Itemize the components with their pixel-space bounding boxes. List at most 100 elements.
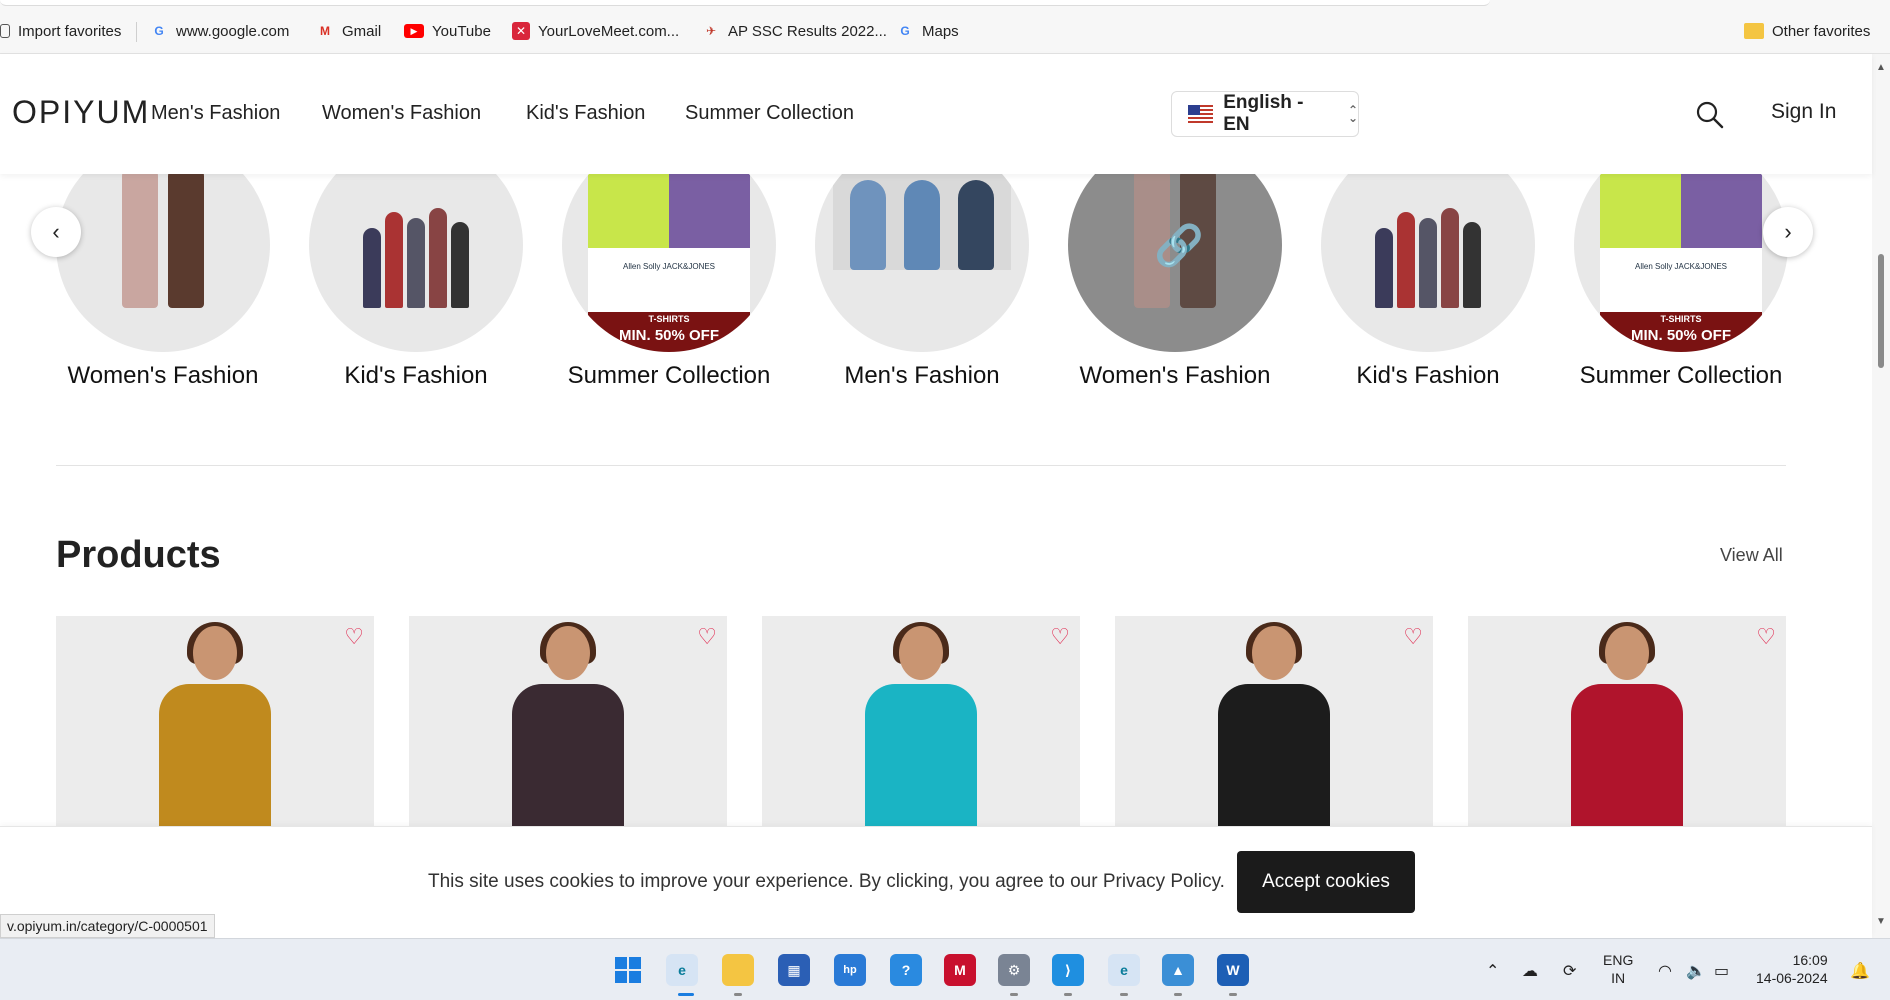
product-card[interactable]: ♡ — [762, 616, 1080, 831]
app-indicator — [1010, 993, 1018, 996]
products-heading: Products — [56, 534, 221, 576]
carousel-next-button[interactable]: › — [1763, 207, 1813, 257]
onedrive-icon[interactable]: ☁ — [1522, 961, 1538, 981]
language-indicator[interactable]: ENG IN — [1603, 951, 1633, 987]
favorite-youtube[interactable]: ▶ YouTube — [404, 20, 491, 42]
sync-icon[interactable]: ⟳ — [1563, 961, 1576, 981]
help-icon[interactable]: ? — [890, 954, 922, 986]
carousel-prev-button[interactable]: ‹ — [31, 207, 81, 257]
scroll-up-icon[interactable]: ▲ — [1876, 62, 1886, 73]
wishlist-heart-icon[interactable]: ♡ — [697, 624, 717, 650]
favorites-separator — [136, 22, 137, 42]
product-card[interactable]: ♡ — [1468, 616, 1786, 831]
cookie-message: This site uses cookies to improve your e… — [428, 871, 1225, 892]
site-logo[interactable]: OPIYUM — [12, 94, 150, 131]
wishlist-heart-icon[interactable]: ♡ — [344, 624, 364, 650]
folder-icon — [1744, 23, 1764, 39]
app-indicator — [1174, 993, 1182, 996]
wifi-icon[interactable]: ◠ — [1658, 961, 1672, 981]
gmail-icon: M — [320, 24, 330, 38]
app-indicator — [1120, 993, 1128, 996]
file-explorer-icon[interactable] — [722, 954, 754, 986]
wishlist-heart-icon[interactable]: ♡ — [1756, 624, 1776, 650]
link-icon: 🔗 — [1154, 224, 1204, 268]
wishlist-heart-icon[interactable]: ♡ — [1403, 624, 1423, 650]
chevron-left-icon: ‹ — [52, 219, 60, 244]
product-card[interactable]: ♡ — [56, 616, 374, 831]
microsoft-store-icon[interactable]: ▦ — [778, 954, 810, 986]
accept-cookies-button[interactable]: Accept cookies — [1237, 851, 1415, 913]
favorite-ap-ssc[interactable]: ✈ AP SSC Results 2022... — [702, 20, 887, 42]
category-label: Women's Fashion — [1079, 362, 1271, 389]
site-header: OPIYUM Men's Fashion Women's Fashion Kid… — [0, 54, 1872, 174]
language-select[interactable]: English - EN ⌃ ⌄ — [1171, 91, 1359, 137]
category-carousel: ‹ Women's Fashion Kid's Fashion Allen So… — [0, 138, 1872, 414]
windows-taskbar: e ▦ hp ? M ⚙ ⟩ e ▲ W ⌃ ☁ ⟳ ENG IN ◠ 🔈 ▭ … — [0, 938, 1890, 1000]
mcafee-icon[interactable]: M — [944, 954, 976, 986]
scrollbar-thumb[interactable] — [1878, 254, 1884, 368]
site-icon: ✕ — [512, 22, 530, 40]
search-icon[interactable] — [1695, 100, 1725, 130]
notification-bell-icon[interactable]: 🔔 — [1850, 961, 1870, 981]
nav-mens-fashion[interactable]: Men's Fashion — [151, 102, 280, 125]
sign-in-link[interactable]: Sign In — [1771, 100, 1836, 124]
product-image — [504, 622, 632, 831]
edge-browser-icon[interactable]: e — [1108, 954, 1140, 986]
page-scrollbar[interactable]: ▲ ▼ — [1872, 54, 1890, 938]
wishlist-heart-icon[interactable]: ♡ — [1050, 624, 1070, 650]
category-label: Women's Fashion — [67, 362, 259, 389]
youtube-icon: ▶ — [404, 24, 424, 38]
myhp-icon[interactable]: hp — [834, 954, 866, 986]
status-bar-url: v.opiyum.in/category/C-0000501 — [0, 914, 215, 938]
battery-icon[interactable]: ▭ — [1714, 961, 1729, 981]
chevron-up-icon[interactable]: ⌃ — [1486, 961, 1499, 981]
product-image — [151, 622, 279, 831]
category-label: Kid's Fashion — [344, 362, 488, 389]
favorite-import[interactable]: Import favorites — [0, 20, 121, 42]
word-icon[interactable]: W — [1217, 954, 1249, 986]
nav-kids-fashion[interactable]: Kid's Fashion — [526, 102, 645, 125]
google-icon: G — [900, 24, 910, 38]
edge-browser-icon[interactable]: e — [666, 954, 698, 986]
category-label: Kid's Fashion — [1356, 362, 1500, 389]
favorite-yourlovemeet[interactable]: ✕ YourLoveMeet.com... — [512, 20, 679, 42]
category-label: Men's Fashion — [844, 362, 1000, 389]
chevron-right-icon: › — [1784, 219, 1792, 244]
product-image — [857, 622, 985, 831]
favorite-gmail[interactable]: M Gmail — [316, 20, 381, 42]
us-flag-icon — [1188, 105, 1214, 123]
app-indicator — [1229, 993, 1237, 996]
import-icon — [0, 24, 10, 38]
photos-icon[interactable]: ▲ — [1162, 954, 1194, 986]
section-divider — [56, 465, 1786, 466]
favorite-google[interactable]: G www.google.com — [150, 20, 289, 42]
product-image — [1210, 622, 1338, 831]
product-card[interactable]: ♡ — [1115, 616, 1433, 831]
active-app-indicator — [678, 993, 694, 996]
address-bar-edge — [0, 0, 1490, 6]
scroll-down-icon[interactable]: ▼ — [1876, 916, 1886, 927]
clock[interactable]: 16:09 14-06-2024 — [1756, 951, 1828, 987]
view-all-link[interactable]: View All — [1720, 545, 1783, 566]
category-label: Summer Collection — [567, 362, 771, 389]
app-indicator — [734, 993, 742, 996]
volume-icon[interactable]: 🔈 — [1686, 961, 1706, 981]
nav-summer-collection[interactable]: Summer Collection — [685, 102, 854, 125]
google-icon: G — [154, 24, 164, 38]
favorite-other[interactable]: Other favorites — [1744, 20, 1870, 42]
product-image — [1563, 622, 1691, 831]
category-label: Summer Collection — [1579, 362, 1783, 389]
language-value: English - EN — [1223, 92, 1304, 135]
app-indicator — [1064, 993, 1072, 996]
windows-start-icon[interactable] — [612, 954, 644, 986]
site-icon: ✈ — [705, 24, 717, 38]
chevron-updown-icon: ⌃ ⌄ — [1347, 103, 1358, 125]
vscode-icon[interactable]: ⟩ — [1052, 954, 1084, 986]
favorite-maps[interactable]: G Maps — [896, 20, 958, 42]
products-grid: ♡ ♡ ♡ ♡ ♡ — [56, 616, 1786, 831]
cookie-consent-bar: This site uses cookies to improve your e… — [0, 826, 1872, 938]
favorites-bar: Import favorites G www.google.com M Gmai… — [0, 0, 1890, 54]
nav-womens-fashion[interactable]: Women's Fashion — [322, 102, 481, 125]
settings-gear-icon[interactable]: ⚙ — [998, 954, 1030, 986]
product-card[interactable]: ♡ — [409, 616, 727, 831]
